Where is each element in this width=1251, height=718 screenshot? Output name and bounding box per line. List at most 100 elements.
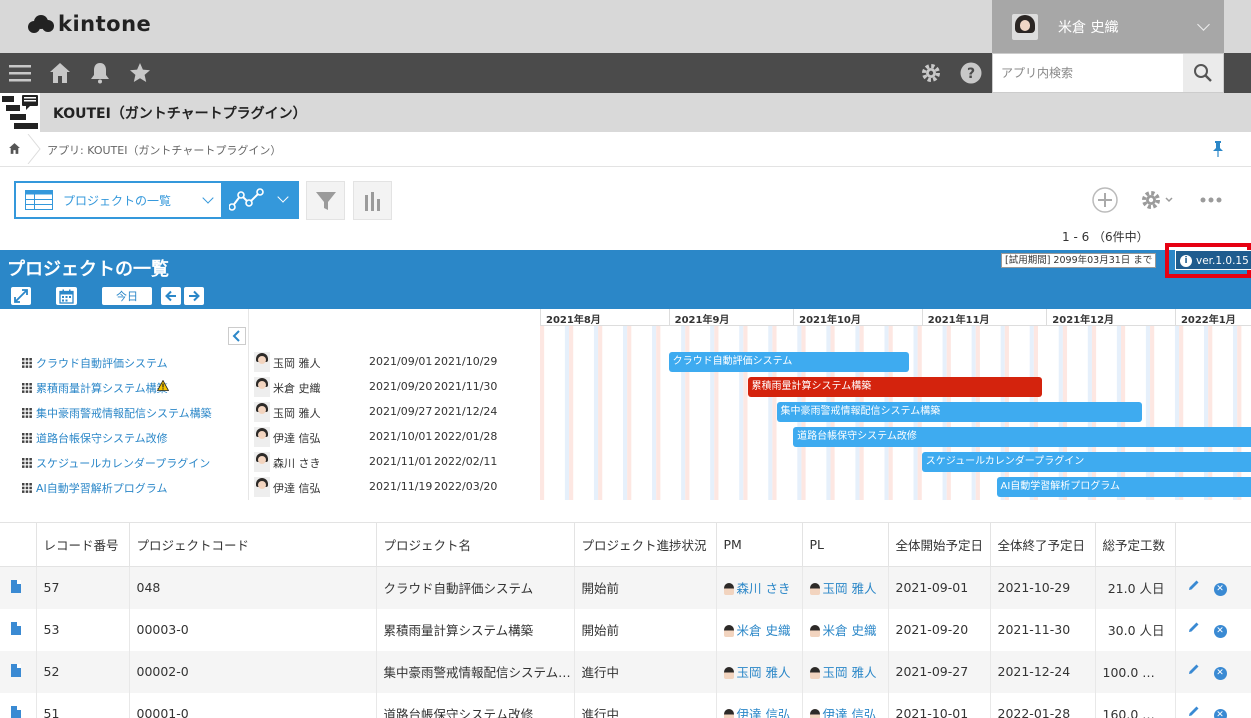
- gantt-bar[interactable]: スケジュールカレンダープラグイン: [921, 452, 1251, 472]
- chart-button[interactable]: [353, 181, 392, 220]
- gantt-task-name[interactable]: AI自動学習解析プログラム: [36, 480, 167, 496]
- calendar-button[interactable]: [56, 287, 77, 305]
- gantt-task-row: AI自動学習解析プログラム 伊達 信弘 2021/11/19 2022/03/20: [0, 475, 540, 500]
- record-id: 57: [36, 566, 130, 609]
- pm-user-link[interactable]: 米倉 史織: [724, 623, 791, 638]
- breadcrumb-app-link[interactable]: アプリ: KOUTEI（ガントチャートプラグイン）: [47, 142, 281, 158]
- settings-gear-icon[interactable]: [1139, 187, 1177, 213]
- pl-user-link[interactable]: 伊達 信弘: [810, 707, 877, 718]
- grid-icon[interactable]: [22, 458, 32, 468]
- weekend-stripe: [627, 326, 632, 500]
- pl-cell: 伊達 信弘: [802, 692, 889, 718]
- detail-cell: [0, 692, 37, 718]
- pl-user-link[interactable]: 米倉 史織: [810, 623, 877, 638]
- today-button[interactable]: 今日: [102, 287, 152, 305]
- graph-view-button[interactable]: [223, 181, 299, 219]
- pl-cell: 玉岡 雅人: [802, 650, 889, 693]
- col-header[interactable]: PM: [716, 522, 803, 567]
- gantt-task-name[interactable]: クラウド自動評価システム: [36, 355, 168, 371]
- avatar: [254, 352, 270, 372]
- gantt-task-name[interactable]: 道路台帳保守システム改修: [36, 430, 168, 446]
- home-icon[interactable]: [8, 142, 21, 155]
- grid-icon[interactable]: [22, 408, 32, 418]
- task-end-date: 2022/03/20: [434, 480, 498, 493]
- bell-icon[interactable]: [88, 61, 112, 85]
- edit-icon[interactable]: [1188, 621, 1200, 633]
- grid-icon[interactable]: [22, 383, 32, 393]
- search-button[interactable]: [1183, 54, 1223, 92]
- gantt-task-name[interactable]: 集中豪雨警戒情報配信システム構築: [36, 405, 212, 421]
- kintone-logo[interactable]: kintone: [28, 12, 151, 36]
- weekend-stripe: [1174, 326, 1180, 500]
- row-actions: ✕: [1175, 609, 1251, 651]
- grid-icon[interactable]: [22, 433, 32, 443]
- gantt-bar[interactable]: AI自動学習解析プログラム: [996, 477, 1251, 497]
- star-icon[interactable]: [128, 61, 152, 85]
- col-header[interactable]: プロジェクト進捗状況: [574, 522, 717, 567]
- gantt-bar[interactable]: 集中豪雨警戒情報配信システム構築: [776, 402, 1142, 422]
- gantt-bar[interactable]: 累積雨量計算システム構築: [747, 377, 1043, 397]
- pin-icon[interactable]: [1212, 141, 1224, 157]
- gear-icon[interactable]: [919, 61, 943, 85]
- delete-icon[interactable]: ✕: [1213, 583, 1227, 597]
- prev-button[interactable]: [161, 287, 181, 305]
- end-date: 2022-01-28: [990, 692, 1096, 718]
- search-input[interactable]: [993, 54, 1185, 92]
- grid-icon[interactable]: [22, 358, 32, 368]
- more-options-icon[interactable]: [1199, 187, 1223, 213]
- delete-icon[interactable]: ✕: [1213, 709, 1227, 718]
- gantt-task-owner: 玉岡 雅人: [254, 352, 344, 372]
- home-icon[interactable]: [48, 61, 72, 85]
- bar-chart-icon: [364, 191, 380, 211]
- row-actions: ✕: [1175, 566, 1251, 609]
- edit-icon[interactable]: [1188, 579, 1200, 591]
- gantt-task-owner: 森川 さき: [254, 452, 344, 472]
- start-date: 2021-10-01: [888, 692, 991, 718]
- gantt-task-name[interactable]: スケジュールカレンダープラグイン: [36, 455, 210, 471]
- collapse-panel-button[interactable]: [228, 327, 246, 345]
- record-count: 1 - 6 （6件中）: [1062, 230, 1149, 244]
- document-icon[interactable]: [11, 663, 21, 677]
- next-button[interactable]: [184, 287, 204, 305]
- help-icon[interactable]: ?: [959, 61, 983, 85]
- add-record-button[interactable]: [1092, 187, 1118, 213]
- gantt-task-name[interactable]: 累積雨量計算システム構築: [36, 380, 168, 396]
- breadcrumb: アプリ: KOUTEI（ガントチャートプラグイン）: [0, 132, 1251, 167]
- gantt-bar[interactable]: 道路台帳保守システム改修: [793, 427, 1251, 447]
- document-icon[interactable]: [11, 579, 21, 593]
- pl-user-link[interactable]: 玉岡 雅人: [810, 665, 877, 680]
- col-header[interactable]: PL: [802, 522, 889, 567]
- filter-button[interactable]: [306, 181, 345, 220]
- project-name: 累積雨量計算システム構築: [376, 608, 575, 651]
- col-header[interactable]: プロジェクトコード: [129, 522, 377, 567]
- pm-user-link[interactable]: 森川 さき: [724, 581, 791, 596]
- record-id: 53: [36, 608, 130, 651]
- col-header[interactable]: プロジェクト名: [376, 522, 575, 567]
- edit-icon[interactable]: [1188, 705, 1200, 717]
- gantt-bar[interactable]: クラウド自動評価システム: [668, 352, 910, 372]
- grid-icon[interactable]: [22, 483, 32, 493]
- pm-user-link[interactable]: 伊達 信弘: [724, 707, 791, 718]
- document-icon[interactable]: [11, 621, 21, 635]
- pm-user-link[interactable]: 玉岡 雅人: [724, 665, 791, 680]
- col-header[interactable]: 全体終了予定日: [990, 522, 1096, 567]
- document-icon[interactable]: [11, 705, 21, 718]
- user-menu[interactable]: 米倉 史織: [992, 0, 1224, 53]
- avatar: [254, 452, 270, 472]
- weekend-stripe: [1208, 326, 1213, 500]
- delete-icon[interactable]: ✕: [1213, 625, 1227, 638]
- expand-button[interactable]: [11, 287, 31, 305]
- delete-icon[interactable]: ✕: [1213, 667, 1227, 680]
- pl-user-link[interactable]: 玉岡 雅人: [810, 581, 877, 596]
- end-date: 2021-10-29: [990, 566, 1096, 609]
- col-header[interactable]: 全体開始予定日: [888, 522, 991, 567]
- col-header[interactable]: 総予定工数: [1095, 522, 1176, 567]
- gantt-task-list: クラウド自動評価システム 玉岡 雅人 2021/09/01 2021/10/29 累積雨…: [0, 309, 540, 500]
- owner-name: 米倉 史織: [273, 382, 321, 395]
- end-date: 2021-12-24: [990, 650, 1096, 693]
- version-badge[interactable]: i ver.1.0.15: [1175, 250, 1251, 270]
- edit-icon[interactable]: [1188, 663, 1200, 675]
- menu-icon[interactable]: [8, 61, 32, 85]
- view-selector[interactable]: プロジェクトの一覧: [14, 181, 223, 219]
- col-header[interactable]: レコード番号: [36, 522, 130, 567]
